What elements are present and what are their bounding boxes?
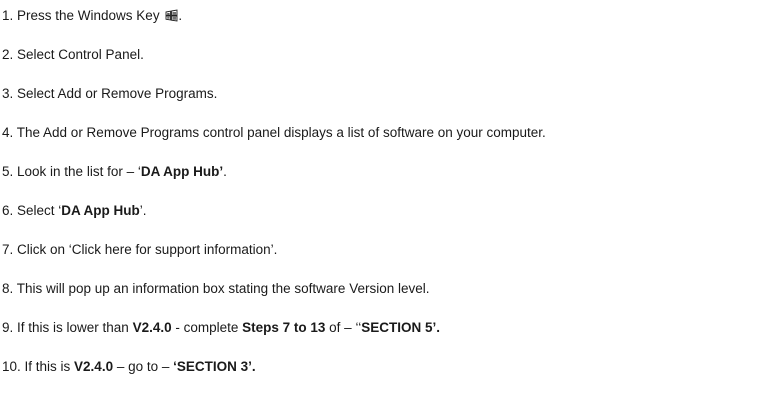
step-bold-text: DA App Hub’ xyxy=(140,164,224,179)
step-text: ’. xyxy=(139,203,147,218)
step-text: Look in the list for – ‘ xyxy=(17,164,141,179)
step-bold-text: V2.4.0 xyxy=(132,320,172,335)
step-text: Select ‘ xyxy=(17,203,62,218)
step-bold-text: ‘SECTION 3’. xyxy=(173,359,256,374)
step-number: 4. xyxy=(2,125,17,140)
step-5: 5. Look in the list for – ‘DA App Hub’. xyxy=(2,164,227,180)
step-number: 3. xyxy=(2,86,18,101)
step-text: If this is xyxy=(24,359,75,374)
step-number: 8. xyxy=(2,281,17,296)
step-text: – go to – xyxy=(113,359,174,374)
step-text: Select Add or Remove Programs. xyxy=(17,86,218,101)
step-9: 9. If this is lower than V2.4.0 - comple… xyxy=(2,320,440,336)
step-bold-text: V2.4.0 xyxy=(74,359,114,374)
step-1: 1. Press the Windows Key . xyxy=(2,8,182,26)
step-bold-text: SECTION 5’. xyxy=(361,320,440,335)
windows-key-icon xyxy=(165,9,178,26)
step-number: 7. xyxy=(2,242,18,257)
step-bold-text: DA App Hub xyxy=(61,203,140,218)
step-number: 1. xyxy=(2,8,18,23)
step-3: 3. Select Add or Remove Programs. xyxy=(2,86,217,102)
step-text: If this is lower than xyxy=(17,320,133,335)
step-number: 5. xyxy=(2,164,18,179)
step-number: 9. xyxy=(2,320,18,335)
step-text: - complete xyxy=(171,320,243,335)
step-6: 6. Select ‘DA App Hub’. xyxy=(2,203,147,219)
step-number: 2. xyxy=(2,47,18,62)
step-text: Click on ‘Click here for support informa… xyxy=(17,242,278,257)
step-text: This will pop up an information box stat… xyxy=(16,281,430,296)
step-number: 6. xyxy=(2,203,18,218)
step-7: 7. Click on ‘Click here for support info… xyxy=(2,242,277,258)
step-text: The Add or Remove Programs control panel… xyxy=(16,125,546,140)
step-text: . xyxy=(178,8,183,23)
step-bold-text: Steps 7 to 13 xyxy=(242,320,326,335)
step-text: Select Control Panel. xyxy=(17,47,144,62)
step-number: 10. xyxy=(2,359,25,374)
step-2: 2. Select Control Panel. xyxy=(2,47,144,63)
step-text: of – ‘‘ xyxy=(325,320,362,335)
step-text: Press the Windows Key xyxy=(17,8,164,23)
step-text: . xyxy=(223,164,227,179)
step-8: 8. This will pop up an information box s… xyxy=(2,281,430,297)
step-4: 4. The Add or Remove Programs control pa… xyxy=(2,125,546,141)
step-10: 10. If this is V2.4.0 – go to – ‘SECTION… xyxy=(2,359,256,375)
